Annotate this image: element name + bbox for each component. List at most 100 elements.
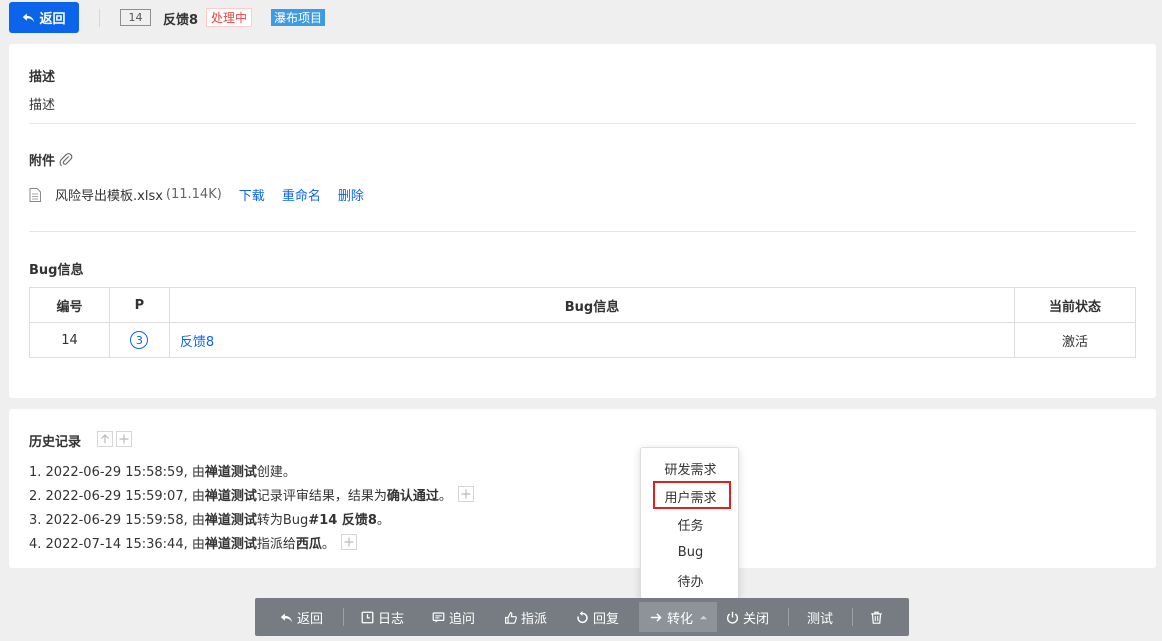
arrow-right-icon [650,612,662,622]
toolbar-divider [343,608,344,626]
history-list: 1. 2022-06-29 15:58:59, 由 禅道测试 创建。 2. 20… [29,458,474,554]
delete-link[interactable]: 删除 [338,185,364,204]
header-divider [99,9,100,27]
power-icon [726,611,739,624]
attachment-item: 风险导出模板.xlsx (11.14K) 下载 重命名 删除 [29,185,364,204]
toolbar-close-button[interactable]: 关闭 [726,598,769,636]
column-header-status: 当前状态 [1014,287,1136,323]
attachments-title: 附件 [29,154,56,169]
page-header: 返回 14 反馈8 处理中 瀑布项目 [0,0,1162,36]
column-header-id: 编号 [29,287,110,323]
history-actor: 禅道测试 [204,464,257,480]
refresh-icon [577,610,588,623]
toolbar-divider [788,608,789,626]
toolbar-log-button[interactable]: 日志 [361,598,404,636]
history-assignee: 西瓜 [295,536,322,552]
history-timestamp: 2. 2022-06-29 15:59:07, 由 [29,488,205,504]
back-arrow-icon [280,612,293,622]
back-button[interactable]: 返回 [9,2,79,33]
project-badge: 瀑布项目 [271,9,326,26]
priority-badge: 3 [130,331,149,349]
history-actor: 禅道测试 [204,536,257,552]
toolbar-follow-button[interactable]: 追问 [432,598,475,636]
toolbar-assign-button[interactable]: 指派 [504,598,547,636]
toolbar-convert-button[interactable]: 转化 [650,598,708,636]
history-title: 历史记录 [29,435,82,450]
history-item: 2. 2022-06-29 15:59:07, 由 禅道测试 记录评审结果，结果… [29,482,474,506]
rename-link[interactable]: 重命名 [282,185,321,204]
table-header-row: 编号 P Bug信息 当前状态 [29,287,1136,323]
history-timestamp: 4. 2022-07-14 15:36:44, 由 [29,536,205,552]
description-content: 描述 [29,98,56,113]
toolbar-test-label: 测试 [807,611,834,627]
back-arrow-icon [23,13,35,23]
history-action: 转为Bug [256,512,309,528]
comment-icon [432,611,445,623]
paperclip-icon [59,152,73,166]
history-timestamp: 1. 2022-06-29 15:58:59, 由 [29,464,205,480]
history-action: 指派给 [256,536,296,552]
status-badge: 处理中 [206,8,253,27]
attachment-filename[interactable]: 风险导出模板.xlsx [55,185,163,204]
expand-all-button[interactable] [116,431,132,447]
expand-history-button[interactable] [340,534,357,550]
convert-dropdown-menu: 研发需求 用户需求 任务 Bug 待办 [640,447,739,599]
plus-icon [461,489,471,499]
arrow-up-icon [101,434,109,443]
history-action: 记录评审结果，结果为 [256,488,387,504]
download-link[interactable]: 下载 [239,185,265,204]
toolbar-reply-button[interactable]: 回复 [576,598,619,636]
history-action: 创建。 [256,464,296,480]
attachments-title-row: 附件 [29,150,73,169]
expand-history-button[interactable] [457,486,474,502]
history-result: 确认通过 [386,488,439,504]
divider [29,231,1136,232]
bug-info-table: 编号 P Bug信息 当前状态 14 3 反馈8 激活 [29,287,1136,358]
history-item: 1. 2022-06-29 15:58:59, 由 禅道测试 创建。 [29,458,474,482]
toolbar-assign-label: 指派 [521,611,548,627]
action-toolbar: 返回 日志 追问 指派 回复 转化 关闭 测试 [255,598,909,636]
toolbar-back-label: 返回 [297,611,324,627]
highlight-box [653,481,731,509]
feedback-id-badge: 14 [120,9,151,26]
menu-item-task[interactable]: 任务 [641,510,740,538]
hand-pointer-icon [505,611,517,624]
menu-item-todo[interactable]: 待办 [641,566,740,594]
bug-info-title: Bug信息 [29,263,84,278]
sort-up-button[interactable] [97,431,113,447]
history-card: 历史记录 1. 2022-06-29 15:58:59, 由 禅道测试 创建。 … [9,409,1156,568]
history-actor: 禅道测试 [204,488,257,504]
history-actor: 禅道测试 [204,512,257,528]
toolbar-reply-label: 回复 [593,611,620,627]
toolbar-follow-label: 追问 [449,611,476,627]
history-suffix: 。 [438,488,452,504]
history-item: 3. 2022-06-29 15:59:58, 由 禅道测试 转为Bug #14… [29,506,474,530]
description-title: 描述 [29,70,56,85]
history-suffix: 。 [321,536,335,552]
bug-priority-cell: 3 [108,322,170,358]
detail-card: 描述 描述 附件 风险导出模板.xlsx (11.14K) 下载 重命名 删除 … [9,44,1156,398]
bug-name-link[interactable]: 反馈8 [168,322,1016,358]
table-row: 14 3 反馈8 激活 [29,322,1136,358]
history-timestamp: 3. 2022-06-29 15:59:58, 由 [29,512,205,528]
plus-icon [119,434,129,444]
history-target: #14 反馈8 [308,512,377,528]
toolbar-back-button[interactable]: 返回 [280,598,323,636]
plus-icon [344,537,354,547]
toolbar-log-label: 日志 [378,611,405,627]
toolbar-divider [852,608,853,626]
attachment-size: (11.14K) [165,187,222,202]
toolbar-close-label: 关闭 [743,611,770,627]
history-suffix: 。 [376,512,390,528]
history-item: 4. 2022-07-14 15:36:44, 由 禅道测试 指派给 西瓜。 [29,530,474,554]
clock-icon [361,611,374,623]
toolbar-convert-label: 转化 [667,611,694,627]
menu-item-bug[interactable]: Bug [641,538,740,566]
page-title: 反馈8 [163,13,199,28]
toolbar-test-button[interactable]: 测试 [807,598,833,636]
menu-item-story[interactable]: 研发需求 [641,454,740,482]
toolbar-delete-button[interactable] [870,598,883,636]
trash-icon [871,611,882,624]
divider [29,123,1136,124]
column-header-priority: P [108,287,170,323]
